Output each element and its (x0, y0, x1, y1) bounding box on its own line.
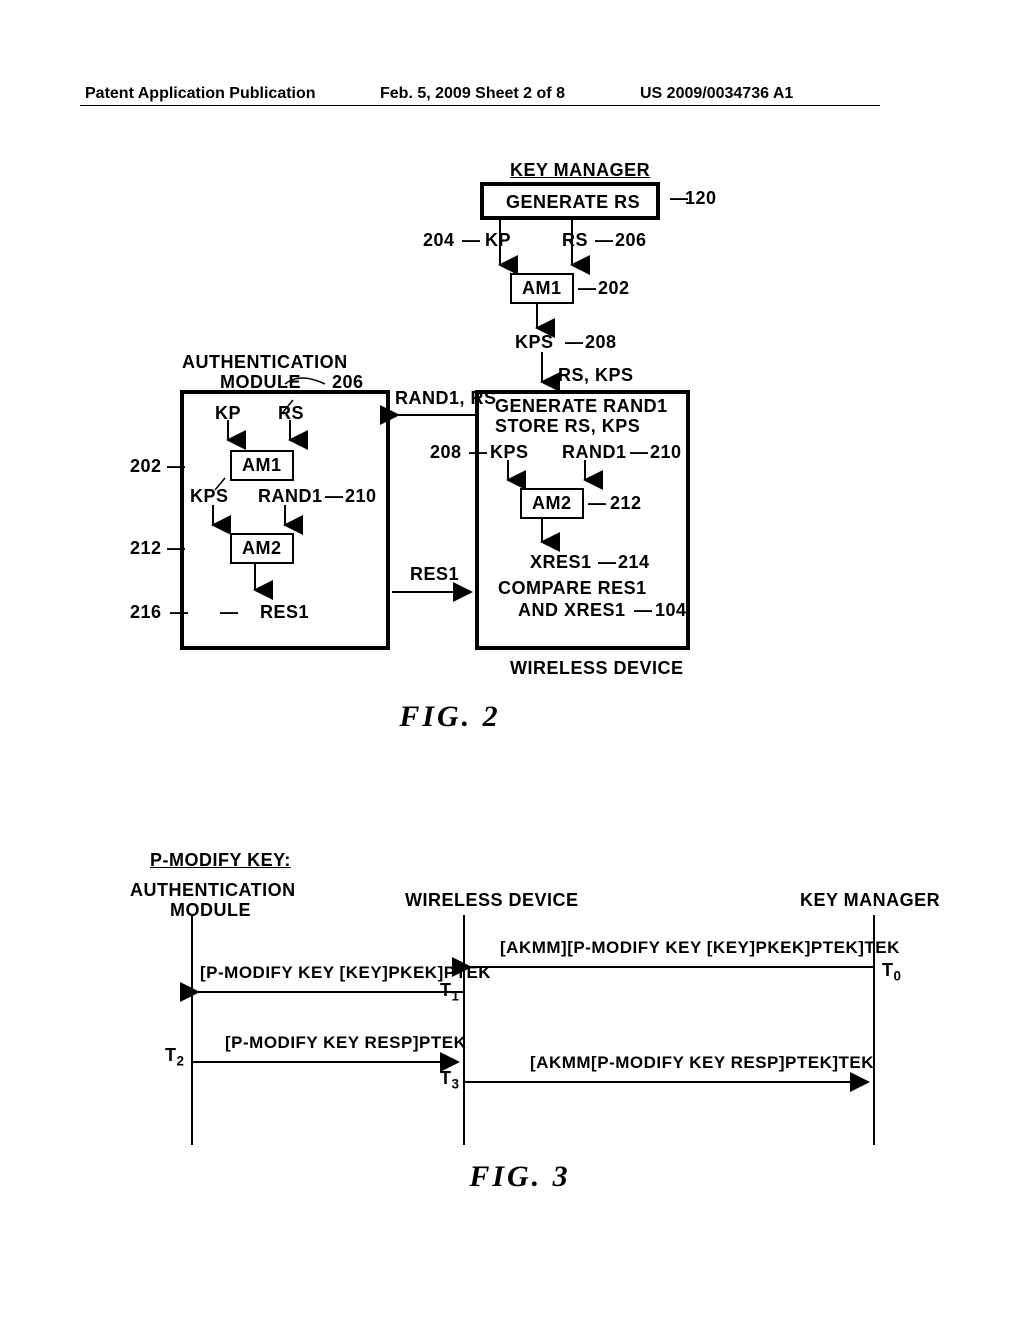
rs-kps-label: RS, KPS (558, 365, 634, 386)
key-manager-title: KEY MANAGER (510, 160, 650, 181)
figure-2: KEY MANAGER GENERATE RS — 120 204 — KP R… (120, 160, 820, 720)
msg-wd-km: [AKMM[P-MODIFY KEY RESP]PTEK]TEK (530, 1053, 874, 1073)
dash-216: — (220, 602, 239, 623)
ref-104: 104 (655, 600, 687, 621)
am2-am: AM2 (230, 533, 294, 564)
rand1-rs-label: RAND1, RS (395, 388, 497, 409)
dash-104: — (634, 600, 653, 621)
wd-genrand1: GENERATE RAND1 (495, 396, 668, 417)
dash-204-km: — (462, 230, 481, 251)
dash-208-km: — (565, 332, 584, 353)
res1-arrow-label: RES1 (410, 564, 459, 585)
am1-km: AM1 (510, 273, 574, 304)
fig3-km: KEY MANAGER (800, 890, 940, 911)
wd-xres1: XRES1 (530, 552, 592, 573)
lifeline-wd (462, 915, 466, 1145)
arrow-km-wd (464, 960, 874, 974)
t2: T2 (165, 1045, 185, 1069)
wd-andxres1: AND XRES1 (518, 600, 626, 621)
ref-120: 120 (685, 188, 717, 209)
arrow-rand1-rs (392, 408, 477, 422)
am-rs-tick (283, 400, 313, 414)
am-res1: RES1 (260, 602, 309, 623)
t0: T0 (882, 960, 902, 984)
dash-210-wd: — (630, 442, 649, 463)
ref-208-km: 208 (585, 332, 617, 353)
ref-208-wd: 208 (430, 442, 462, 463)
header-left: Patent Application Publication (85, 85, 316, 103)
arrow-am-rand1-down (280, 505, 290, 535)
header-center: Feb. 5, 2009 Sheet 2 of 8 (380, 85, 565, 103)
msg-am-wd: [P-MODIFY KEY RESP]PTEK (225, 1033, 466, 1053)
fig3-title: P-MODIFY KEY: (150, 850, 291, 871)
ref-206-am: 206 (332, 372, 364, 393)
t1: T1 (440, 980, 460, 1004)
wireless-device-title: WIRELESS DEVICE (510, 658, 684, 679)
arrow-am2-down (250, 562, 260, 600)
ref-206-km: 206 (615, 230, 647, 251)
lifeline-am (190, 915, 194, 1145)
arrow-km-rs-down (567, 220, 577, 275)
arrow-am-kp-down (223, 420, 233, 450)
arrow-ki-kp-down (495, 220, 505, 275)
am1-am: AM1 (230, 450, 294, 481)
ref-212-wd: 212 (610, 493, 642, 514)
dash-214: — (598, 552, 617, 573)
arrow-am-kps-down (208, 505, 218, 535)
wd-store: STORE RS, KPS (495, 416, 640, 437)
msg-km-wd: [AKMM][P-MODIFY KEY [KEY]PKEK]PTEK]TEK (500, 938, 900, 958)
ref-202-am: 202 (130, 456, 162, 477)
ref-212-am: 212 (130, 538, 162, 559)
arrow-wd-am (192, 985, 464, 999)
arrow-wd-kps-down (503, 460, 513, 490)
dash-202-am: — (167, 456, 186, 477)
fig3-wd: WIRELESS DEVICE (405, 890, 579, 911)
dash-210-am: — (325, 486, 344, 507)
ref-210-wd: 210 (650, 442, 682, 463)
auth-module-title1: AUTHENTICATION (182, 352, 342, 373)
leader-206-am (285, 372, 335, 394)
dash-202-km: — (578, 278, 597, 299)
arrow-am-rs-down (285, 420, 295, 450)
wd-compare: COMPARE RES1 (498, 578, 647, 599)
ref-202-km: 202 (598, 278, 630, 299)
t3: T3 (440, 1068, 460, 1092)
box-generate-rs: GENERATE RS (480, 182, 660, 220)
dash-212-am: — (167, 538, 186, 559)
fig3-am1: AUTHENTICATION (130, 880, 290, 901)
am2-wd: AM2 (520, 488, 584, 519)
dash-216b: — (170, 602, 189, 623)
fig3-caption: FIG. 3 (390, 1160, 650, 1194)
arrow-res1 (392, 585, 477, 599)
arrow-wd-km (464, 1075, 874, 1089)
header-right: US 2009/0034736 A1 (640, 85, 793, 103)
arrow-wd-rand1-down (580, 460, 590, 490)
wd-rand1: RAND1 (562, 442, 627, 463)
am-rand1: RAND1 (258, 486, 323, 507)
generate-rs: GENERATE RS (506, 192, 640, 213)
ref-216: 216 (130, 602, 162, 623)
fig3-am2: MODULE (170, 900, 251, 921)
dash-212-wd: — (588, 493, 607, 514)
arrow-wd-am2-down (537, 518, 547, 552)
arrow-rs-kps-down (537, 352, 547, 392)
ref-204-km: 204 (423, 230, 455, 251)
ref-210-am: 210 (345, 486, 377, 507)
fig2-caption: FIG. 2 (320, 700, 580, 734)
figure-3: P-MODIFY KEY: AUTHENTICATION MODULE WIRE… (130, 850, 910, 1210)
arrow-am-wd (192, 1055, 464, 1069)
dash-208-wd: — (469, 442, 488, 463)
dash-206-km: — (595, 230, 614, 251)
am-kps-tick (215, 478, 227, 492)
header-rule (80, 105, 880, 106)
kps-km: KPS (515, 332, 554, 353)
ref-214: 214 (618, 552, 650, 573)
